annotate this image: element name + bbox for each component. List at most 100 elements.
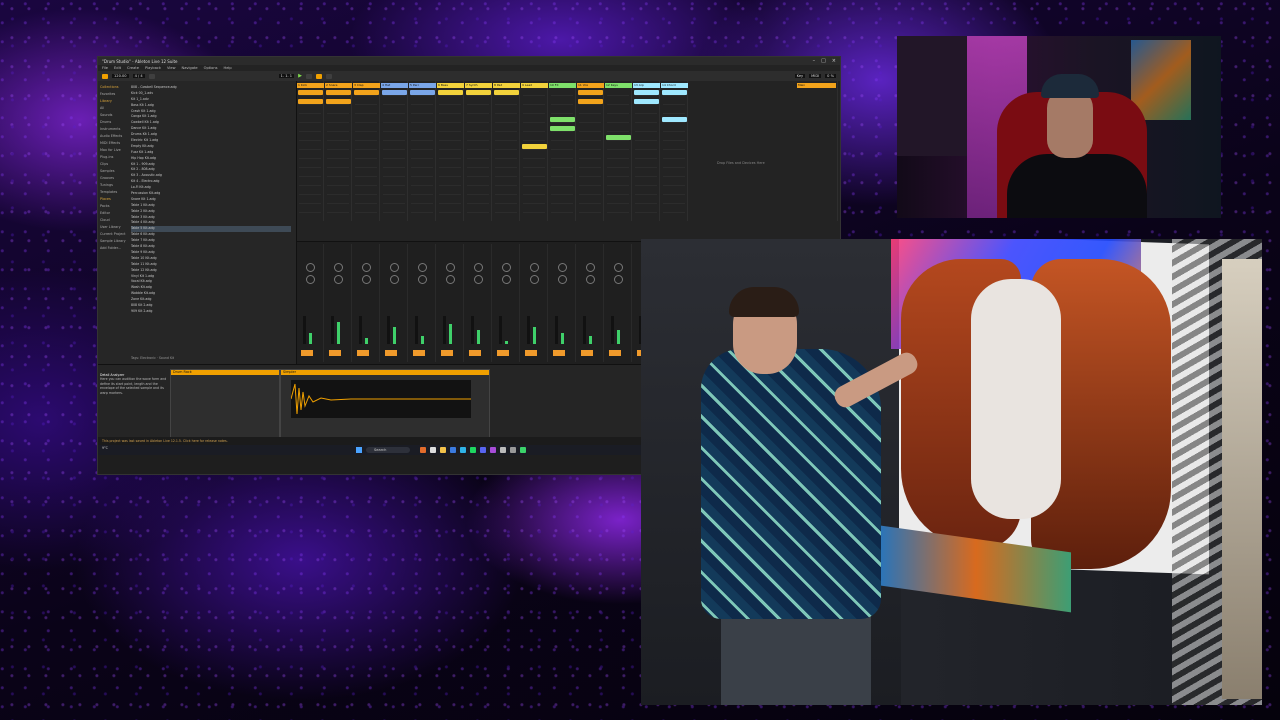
record-button[interactable] [315, 73, 322, 79]
send-a-knob[interactable] [529, 263, 539, 272]
track-activator-button[interactable] [525, 350, 537, 356]
category-item[interactable]: Max for Live [100, 148, 128, 155]
close-icon[interactable]: × [832, 58, 836, 64]
send-a-knob[interactable] [305, 263, 315, 272]
send-b-knob[interactable] [585, 275, 595, 284]
clip-slot[interactable] [579, 118, 601, 123]
io-routing-field[interactable] [409, 256, 435, 260]
clip-slot[interactable] [439, 181, 461, 186]
clip-slot[interactable] [411, 181, 433, 186]
app-icon[interactable] [510, 447, 516, 453]
clip-slot[interactable] [579, 199, 601, 204]
tempo-field[interactable]: 120.00 [112, 74, 129, 78]
clip-slot[interactable] [523, 199, 545, 204]
clip-slot[interactable] [411, 208, 433, 213]
io-routing-field[interactable] [437, 256, 463, 260]
clip-slot[interactable] [495, 163, 517, 168]
clip-slot[interactable] [663, 127, 685, 132]
category-item[interactable]: Favorites [100, 92, 128, 99]
clip-slot[interactable] [635, 199, 657, 204]
clip-slot[interactable] [523, 136, 545, 141]
clip-slot[interactable] [551, 154, 573, 159]
clip-slot[interactable] [327, 199, 349, 204]
clip-slot[interactable] [439, 100, 461, 105]
clip-slot[interactable] [663, 100, 685, 105]
clip-slot[interactable] [327, 154, 349, 159]
track-title[interactable]: 12 Keys [605, 83, 632, 88]
clip-slot[interactable] [467, 172, 489, 177]
send-a-knob[interactable] [333, 263, 343, 272]
clip-slot[interactable] [607, 91, 629, 96]
clip-slot[interactable] [411, 118, 433, 123]
clip-slot[interactable] [299, 172, 321, 177]
category-item[interactable]: Plug-ins [100, 155, 128, 162]
clip-slot[interactable] [551, 91, 573, 96]
send-a-knob[interactable] [417, 263, 427, 272]
clip-slot[interactable] [383, 100, 405, 105]
track-title[interactable]: 2 Snare [325, 83, 352, 88]
track-title[interactable]: 4 Hat [381, 83, 408, 88]
clip-slot[interactable] [579, 127, 601, 132]
clip-slot[interactable] [663, 181, 685, 186]
clip-slot[interactable] [411, 100, 433, 105]
clip-slot[interactable] [495, 181, 517, 186]
io-routing-field[interactable] [549, 256, 575, 260]
track-title[interactable]: 6 Bass [437, 83, 464, 88]
clip-slot[interactable] [607, 145, 629, 150]
clip-slot[interactable] [663, 199, 685, 204]
clip-slot[interactable] [635, 163, 657, 168]
clip-slot[interactable] [551, 199, 573, 204]
menu-help[interactable]: Help [224, 66, 232, 70]
track-title[interactable]: 9 Lead [521, 83, 548, 88]
clip-slot[interactable] [607, 181, 629, 186]
clip-slot[interactable] [411, 199, 433, 204]
clip-slot[interactable] [439, 136, 461, 141]
clip-slot[interactable] [523, 154, 545, 159]
clip-slot[interactable] [495, 190, 517, 195]
clip-slot[interactable] [411, 136, 433, 141]
volume-fader[interactable] [415, 316, 418, 344]
category-item[interactable]: Drums [100, 120, 128, 127]
app-icon[interactable] [520, 447, 526, 453]
clip-slot[interactable] [383, 118, 405, 123]
clip-slot[interactable] [411, 172, 433, 177]
clip-slot[interactable] [607, 199, 629, 204]
clip[interactable] [578, 90, 603, 95]
clip-slot[interactable] [635, 172, 657, 177]
clip-slot[interactable] [467, 199, 489, 204]
clip-slot[interactable] [551, 172, 573, 177]
send-b-knob[interactable] [445, 275, 455, 284]
task-view-icon[interactable] [430, 447, 436, 453]
category-item[interactable]: Clips [100, 162, 128, 169]
time-signature-field[interactable]: 4 / 4 [132, 74, 145, 78]
clip-slot[interactable] [607, 163, 629, 168]
clip-slot[interactable] [579, 109, 601, 114]
clip-slot[interactable] [355, 145, 377, 150]
clip-slot[interactable] [495, 145, 517, 150]
clip[interactable] [410, 90, 435, 95]
clip-slot[interactable] [355, 109, 377, 114]
clip-slot[interactable] [663, 163, 685, 168]
windows-start-icon[interactable] [356, 447, 362, 453]
clip-slot[interactable] [467, 154, 489, 159]
send-b-knob[interactable] [501, 275, 511, 284]
clip-slot[interactable] [579, 145, 601, 150]
category-item[interactable]: Current Project [100, 232, 128, 239]
clip-slot[interactable] [355, 208, 377, 213]
waveform-display[interactable] [291, 380, 471, 418]
clip-slot[interactable] [551, 136, 573, 141]
clip-slot[interactable] [579, 154, 601, 159]
menu-options[interactable]: Options [204, 66, 218, 70]
clip-slot[interactable] [467, 118, 489, 123]
clip-slot[interactable] [439, 199, 461, 204]
track-activator-button[interactable] [413, 350, 425, 356]
volume-fader[interactable] [555, 316, 558, 344]
io-routing-field[interactable] [381, 256, 407, 260]
send-b-knob[interactable] [389, 275, 399, 284]
play-icon[interactable]: ▶ [298, 73, 302, 79]
clip-slot[interactable] [411, 145, 433, 150]
clip-slot[interactable] [579, 172, 601, 177]
weather-widget[interactable]: 9°C [102, 446, 108, 450]
clip-slot[interactable] [327, 127, 349, 132]
clip-slot[interactable] [607, 172, 629, 177]
